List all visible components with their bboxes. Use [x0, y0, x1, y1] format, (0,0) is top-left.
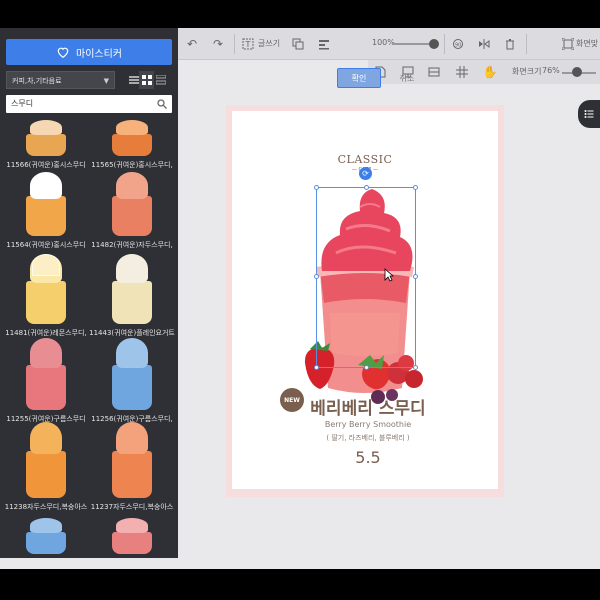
heart-icon [57, 47, 69, 58]
align-icon[interactable] [316, 36, 332, 52]
chevron-down-icon: ▼ [103, 77, 109, 85]
smoothie-thumbnail [112, 172, 152, 236]
cancel-button[interactable]: 취소 [387, 70, 427, 86]
screen-size-value: 76% [542, 66, 560, 75]
rotate-handle-icon[interactable]: ⟳ [359, 167, 372, 180]
opacity-slider-handle[interactable] [429, 39, 439, 49]
smoothie-thumbnail [112, 254, 152, 324]
sticker-item-label: 11482(귀여운)자두스무디, [91, 241, 173, 249]
resize-handle-w[interactable] [314, 274, 319, 279]
smoothie-thumbnail [112, 422, 152, 498]
resize-handle-e[interactable] [413, 274, 418, 279]
opacity-slider[interactable] [392, 43, 432, 45]
sticker-item[interactable] [2, 518, 90, 554]
flip-horizontal-icon[interactable] [476, 36, 492, 52]
editor-toolbar: ↶ ↷ T 글쓰기 100% 90 화면맞 [178, 28, 600, 60]
resize-handle-se[interactable] [413, 365, 418, 370]
redo-icon[interactable]: ↷ [210, 36, 226, 52]
product-price[interactable]: 5.5 [298, 448, 438, 467]
status-bar [0, 558, 600, 569]
smoothie-thumbnail [26, 120, 66, 156]
product-ingredients[interactable]: ( 딸기, 라즈베리, 블루베리 ) [298, 433, 438, 443]
smoothie-thumbnail [26, 518, 66, 554]
smoothie-thumbnail [112, 518, 152, 554]
sticker-item-label: 11481(귀여운)레몬스무디, [5, 329, 87, 337]
text-tool-label[interactable]: 글쓰기 [258, 38, 280, 49]
sticker-item[interactable] [88, 518, 176, 554]
smoothie-thumbnail [26, 172, 66, 236]
resize-handle-s[interactable] [364, 365, 369, 370]
view-grid-button[interactable] [139, 71, 154, 89]
toolbar-divider [526, 34, 527, 54]
smoothie-thumbnail [26, 254, 66, 324]
confirm-button[interactable]: 확인 [337, 68, 381, 88]
hand-pan-icon[interactable]: ✋ [482, 64, 498, 80]
sticker-item[interactable]: 11443(귀여운)플레인요거트 [88, 254, 176, 337]
text-frame-icon[interactable]: T [240, 36, 256, 52]
smoothie-thumbnail [26, 422, 66, 498]
list-icon [128, 76, 139, 84]
sticker-item[interactable]: 11255(귀여운)구름스무디 [2, 338, 90, 423]
undo-icon[interactable]: ↶ [184, 36, 200, 52]
resize-handle-ne[interactable] [413, 185, 418, 190]
app-window: 마이스티커 커피,차,기타음료 ▼ 스무디 11566(귀여운)홍시스무디 115… [0, 28, 600, 569]
menu-toggle-button[interactable] [578, 100, 600, 128]
resize-handle-n[interactable] [364, 185, 369, 190]
grid-guide-icon[interactable] [454, 64, 470, 80]
my-sticker-label: 마이스티커 [76, 48, 122, 60]
selection-box[interactable] [316, 187, 416, 368]
category-select[interactable]: 커피,차,기타음료 ▼ [6, 71, 115, 89]
svg-text:T: T [245, 40, 251, 49]
detail-list-icon [155, 75, 166, 85]
sticker-item[interactable]: 11566(귀여운)홍시스무디 [2, 120, 90, 169]
sticker-item[interactable]: 11564(귀여운)홍시스무디 [2, 172, 90, 249]
fit-screen-label[interactable]: 화면맞 [576, 38, 598, 49]
toolbar-divider [234, 34, 235, 54]
sticker-item-label: 11564(귀여운)홍시스무디 [6, 241, 86, 249]
sticker-item-label: 11565(귀여운)홍시스무디, [91, 161, 173, 169]
screen-zoom-handle[interactable] [572, 67, 582, 77]
sticker-sidebar: 마이스티커 커피,차,기타음료 ▼ 스무디 11566(귀여운)홍시스무디 115… [0, 28, 178, 569]
resize-handle-nw[interactable] [314, 185, 319, 190]
sticker-item-label: 11443(귀여운)플레인요거트 [89, 329, 175, 337]
product-english-name[interactable]: Berry Berry Smoothie [298, 420, 438, 429]
smoothie-thumbnail [112, 338, 152, 410]
sticker-item[interactable]: 11256(귀여운)구름스무디, [88, 338, 176, 423]
sticker-item[interactable]: 11565(귀여운)홍시스무디, [88, 120, 176, 169]
fit-screen-icon[interactable] [560, 36, 576, 52]
resize-handle-sw[interactable] [314, 365, 319, 370]
view-detail-button[interactable] [153, 71, 168, 89]
menu-icon [584, 110, 594, 118]
copy-icon[interactable] [290, 36, 306, 52]
sticker-item[interactable]: 11482(귀여운)자두스무디, [88, 172, 176, 249]
sticker-search-input[interactable]: 스무디 [6, 95, 172, 113]
svg-text:90: 90 [455, 43, 461, 49]
toolbar-divider [444, 34, 445, 54]
smoothie-thumbnail [26, 338, 66, 410]
sticker-item[interactable]: 11238자두스무디,복숭아스 [2, 422, 90, 511]
search-value: 스무디 [11, 99, 34, 108]
mouse-cursor-icon [384, 268, 394, 282]
sticker-item-label: 11237자두스무디,복숭아스 [90, 503, 174, 511]
sticker-item[interactable]: 11237자두스무디,복숭아스 [88, 422, 176, 511]
sticker-item-label: 11566(귀여운)홍시스무디 [6, 161, 86, 169]
search-icon[interactable] [156, 98, 168, 110]
screen-size-label: 화면크기 [512, 67, 542, 76]
sticker-item-label: 11238자두스무디,복숭아스 [4, 503, 88, 511]
flip-rotate-icon[interactable]: 90 [450, 36, 466, 52]
category-value: 커피,차,기타음료 [12, 77, 62, 85]
trash-icon[interactable] [502, 36, 518, 52]
brand-title[interactable]: CLASSIC [330, 153, 400, 166]
layers-icon[interactable] [426, 64, 442, 80]
product-title[interactable]: 베리베리 스무디 [298, 394, 438, 419]
my-sticker-button[interactable]: 마이스티커 [6, 39, 172, 65]
grid-icon [141, 75, 152, 85]
sticker-item[interactable]: 11481(귀여운)레몬스무디, [2, 254, 90, 337]
smoothie-thumbnail [112, 120, 152, 156]
